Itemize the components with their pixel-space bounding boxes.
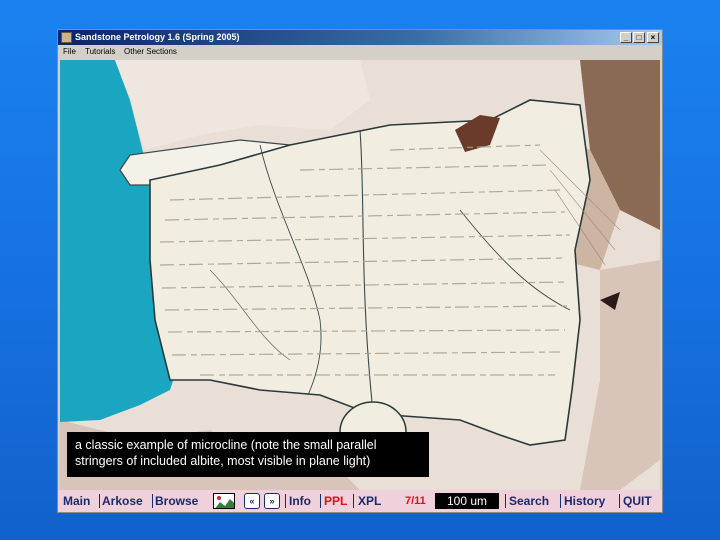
xpl-button[interactable]: XPL [358, 493, 381, 509]
menu-other-sections[interactable]: Other Sections [124, 45, 177, 59]
image-thumbnail-icon[interactable] [213, 493, 235, 509]
minimize-button[interactable]: _ [620, 32, 632, 43]
toolbar-divider [505, 494, 506, 508]
toolbar-divider [619, 494, 620, 508]
title-bar[interactable]: Sandstone Petrology 1.6 (Spring 2005) _ … [58, 30, 662, 45]
history-button[interactable]: History [564, 493, 605, 509]
caption-line-2: stringers of included albite, most visib… [75, 454, 371, 468]
toolbar-divider [560, 494, 561, 508]
info-button[interactable]: Info [289, 493, 311, 509]
app-window: Sandstone Petrology 1.6 (Spring 2005) _ … [58, 30, 662, 512]
arkose-button[interactable]: Arkose [102, 493, 143, 509]
thin-section-micrograph [60, 60, 660, 490]
toolbar-divider [353, 494, 354, 508]
image-counter: 7/11 [405, 495, 426, 507]
toolbar-divider [152, 494, 153, 508]
bottom-toolbar: Main Arkose Browse « » Info PPL XPL 7/11… [58, 490, 662, 512]
caption-line-1: a classic example of microcline (note th… [75, 438, 377, 452]
browse-button[interactable]: Browse [155, 493, 198, 509]
toolbar-divider [99, 494, 100, 508]
close-button[interactable]: × [647, 32, 659, 43]
double-chevron-left-icon[interactable]: « [244, 493, 260, 509]
caption-box: a classic example of microcline (note th… [67, 432, 429, 477]
menu-file[interactable]: File [63, 45, 76, 59]
window-title: Sandstone Petrology 1.6 (Spring 2005) [75, 32, 240, 42]
toolbar-divider [320, 494, 321, 508]
menu-bar: File Tutorials Other Sections [58, 45, 662, 59]
maximize-button[interactable]: □ [633, 32, 645, 43]
double-chevron-right-icon[interactable]: » [264, 493, 280, 509]
ppl-button[interactable]: PPL [324, 493, 347, 509]
app-icon [61, 32, 72, 43]
search-button[interactable]: Search [509, 493, 549, 509]
quit-button[interactable]: QUIT [623, 493, 652, 509]
scale-bar-label: 100 um [435, 493, 499, 509]
main-button[interactable]: Main [63, 493, 90, 509]
micrograph-viewport: a classic example of microcline (note th… [60, 60, 660, 490]
toolbar-divider [285, 494, 286, 508]
menu-tutorials[interactable]: Tutorials [85, 45, 115, 59]
